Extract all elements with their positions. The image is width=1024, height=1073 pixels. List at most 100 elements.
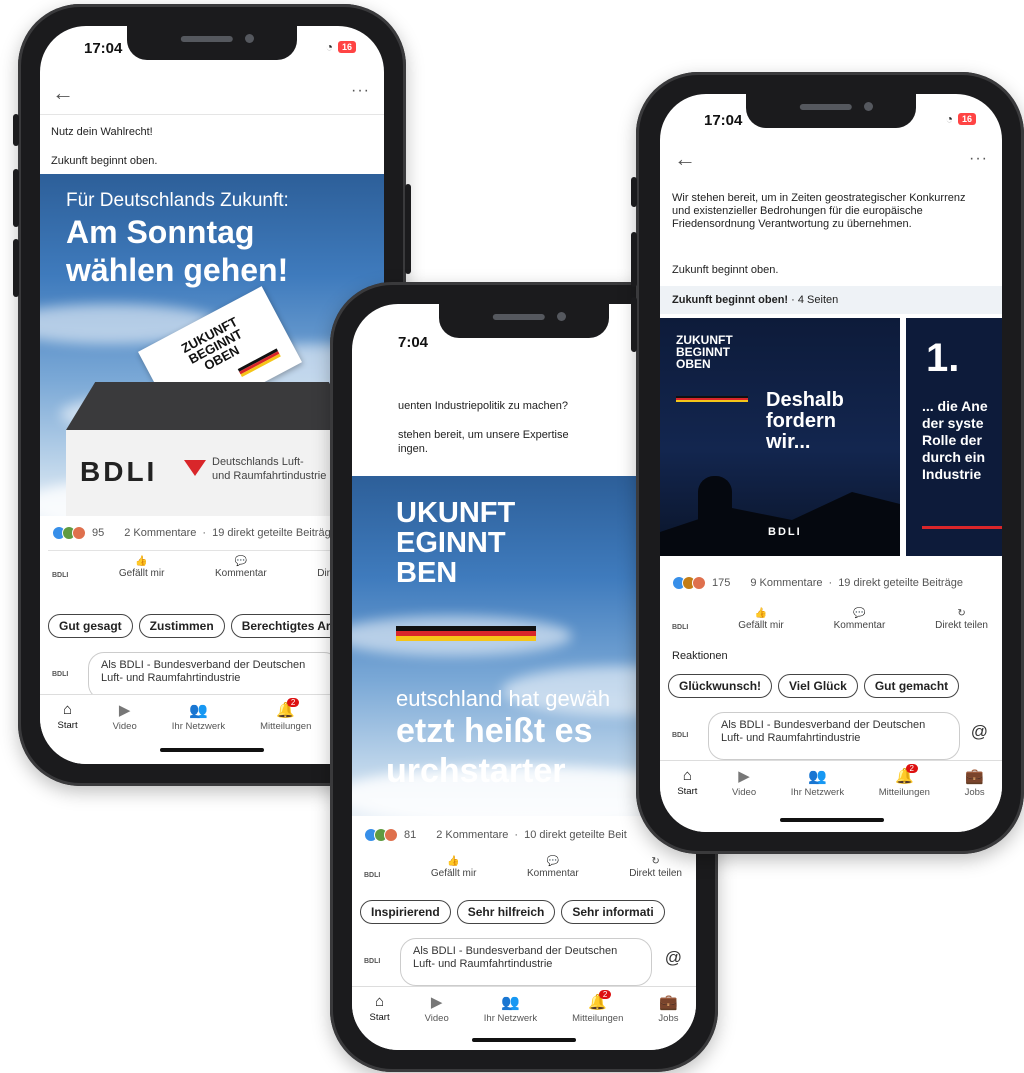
nav-video[interactable]: ▶ Video xyxy=(732,767,756,832)
like-button[interactable]: 👍 Gefällt mir xyxy=(119,556,165,579)
side-button xyxy=(405,184,411,274)
slide-accent xyxy=(922,526,1002,529)
brand-tagline: und Raumfahrtindustrie xyxy=(212,470,327,482)
quick-reply-chip[interactable]: Viel Glück xyxy=(778,674,858,698)
like-button[interactable]: 👍 Gefällt mir xyxy=(738,608,784,631)
reaction-icons xyxy=(52,526,86,540)
video-icon: ▶ xyxy=(738,768,750,785)
share-button[interactable]: ↻Direkt teilen xyxy=(629,856,682,879)
jobs-icon: 💼 xyxy=(659,994,678,1011)
more-icon[interactable]: ··· xyxy=(969,150,988,168)
share-count[interactable]: 10 direkt geteilte Beit xyxy=(524,829,627,841)
status-time: 17:04 xyxy=(84,40,123,57)
post-caption: Nutz dein Wahlrecht! xyxy=(51,126,153,138)
document-header: Zukunft beginnt oben! · 4 Seiten xyxy=(660,286,1002,314)
side-button xyxy=(13,239,19,297)
reaction-icons xyxy=(672,576,706,590)
divider xyxy=(40,114,384,115)
comment-count[interactable]: 9 Kommentare xyxy=(750,577,822,589)
side-button xyxy=(13,114,19,146)
share-button[interactable]: ↻Direkt teilen xyxy=(935,608,988,631)
thumb-icon: 👍 xyxy=(447,856,460,867)
company-avatar[interactable]: BDLI xyxy=(364,872,380,879)
quick-reply-chip[interactable]: Gut gemacht xyxy=(863,674,960,698)
network-icon: 👥 xyxy=(189,702,208,719)
image-headline: UKUNFT xyxy=(396,497,516,529)
status-time: 17:04 xyxy=(704,112,743,129)
phone-right: 17:04 ◔ 16 ← ··· Wir stehen bereit, um i… xyxy=(631,72,1024,854)
commenter-avatar: BDLI xyxy=(52,671,69,678)
reaction-icons xyxy=(364,828,398,842)
image-headline: urchstarter xyxy=(386,752,566,790)
quick-reply-chip[interactable]: Sehr hilfreich xyxy=(456,900,556,924)
notification-badge: 2 xyxy=(905,764,918,773)
slide-logo: BDLI xyxy=(768,526,802,538)
network-icon: 👥 xyxy=(501,994,520,1011)
back-icon[interactable]: ← xyxy=(674,146,696,172)
nav-network[interactable]: 👥 Ihr Netzwerk xyxy=(172,701,225,764)
comment-count[interactable]: 2 Kommentare xyxy=(124,527,196,539)
carousel-slide[interactable]: ZUKUNFT BEGINNT OBEN Deshalb fordern wir… xyxy=(660,318,900,556)
image-headline: Am Sonntag xyxy=(66,214,255,250)
share-count[interactable]: 19 direkt geteilte Beiträge xyxy=(212,527,337,539)
company-avatar[interactable]: BDLI xyxy=(52,572,68,579)
reaction-count: 95 xyxy=(92,527,105,539)
bdli-logo: BDLI xyxy=(80,456,158,487)
brand-triangle xyxy=(184,460,206,476)
nav-notifications[interactable]: 🔔 2 Mitteilungen xyxy=(572,990,623,1050)
home-icon: ⌂ xyxy=(63,701,73,718)
carousel-slide[interactable]: 1. ... die Ane der syste Rolle der durch… xyxy=(906,318,1002,556)
post-caption: ingen. xyxy=(398,443,428,455)
social-counts[interactable]: 175 9 Kommentare · 19 direkt geteilte Be… xyxy=(672,576,963,590)
comment-button[interactable]: 💬 Kommentar xyxy=(527,856,579,879)
nav-start[interactable]: ⌂ Start xyxy=(370,993,390,1050)
quick-reply-chip[interactable]: Glückwunsch! xyxy=(668,674,773,698)
repost-icon: ↻ xyxy=(651,856,660,867)
comment-count[interactable]: 2 Kommentare xyxy=(436,829,508,841)
comment-button[interactable]: 💬 Kommentar xyxy=(834,608,886,631)
social-counts[interactable]: 95 2 Kommentare · 19 direkt geteilte Bei… xyxy=(52,526,337,540)
nav-jobs[interactable]: 💼Jobs xyxy=(965,767,985,832)
ballot-box: BDLI Deutschlands Luft- und Raumfahrtind… xyxy=(66,430,358,516)
nav-start[interactable]: ⌂ Start xyxy=(677,767,697,832)
quick-reply-chip[interactable]: Inspirierend xyxy=(360,900,451,924)
quick-reply-chip[interactable]: Sehr informati xyxy=(561,900,665,924)
status-icons: ◔ 16 xyxy=(946,112,976,126)
nav-video[interactable]: ▶ Video xyxy=(425,993,449,1050)
comment-input[interactable]: Als BDLI - Bundesverband der Deutschen L… xyxy=(400,938,652,986)
comment-input[interactable]: Als BDLI - Bundesverband der Deutschen L… xyxy=(88,652,340,700)
action-bar: BDLI 👍Gefällt mir 💬Kommentar ↻Direkt tei… xyxy=(52,556,370,579)
back-icon[interactable]: ← xyxy=(52,80,74,106)
quick-replies: Glückwunsch! Viel Glück Gut gemacht xyxy=(668,674,960,698)
home-indicator xyxy=(160,748,264,752)
quick-replies: Gut gesagt Zustimmen Berechtigtes Argu xyxy=(48,614,357,638)
home-icon: ⌂ xyxy=(375,993,385,1010)
share-count[interactable]: 19 direkt geteilte Beiträge xyxy=(838,577,963,589)
quick-reply-chip[interactable]: Zustimmen xyxy=(138,614,225,638)
nav-start[interactable]: ⌂ Start xyxy=(58,701,78,764)
quick-replies: Inspirierend Sehr hilfreich Sehr informa… xyxy=(360,900,665,924)
action-bar: BDLI 👍Gefällt mir 💬Kommentar ↻Direkt tei… xyxy=(364,856,682,879)
nav-jobs[interactable]: 💼Jobs xyxy=(658,993,678,1050)
nav-video[interactable]: ▶ Video xyxy=(113,701,137,764)
mention-icon[interactable]: @ xyxy=(665,948,682,968)
social-counts[interactable]: 81 2 Kommentare · 10 direkt geteilte Bei… xyxy=(364,828,627,842)
comment-input[interactable]: Als BDLI - Bundesverband der Deutschen L… xyxy=(708,712,960,760)
repost-icon: ↻ xyxy=(957,608,966,619)
company-avatar[interactable]: BDLI xyxy=(672,624,688,631)
mention-icon[interactable]: @ xyxy=(971,722,988,742)
quick-reply-chip[interactable]: Gut gesagt xyxy=(48,614,133,638)
network-icon: 👥 xyxy=(808,768,827,785)
more-icon[interactable]: ··· xyxy=(351,82,370,100)
comment-button[interactable]: 💬 Kommentar xyxy=(215,556,267,579)
post-caption: stehen bereit, um unsere Expertise xyxy=(398,429,569,441)
action-bar: BDLI 👍Gefällt mir 💬Kommentar ↻Direkt tei… xyxy=(672,608,988,631)
nav-network[interactable]: 👥 Ihr Netzwerk xyxy=(791,767,844,832)
status-time: 7:04 xyxy=(398,334,429,351)
nav-notifications[interactable]: 🔔 2 Mitteilungen xyxy=(260,698,311,764)
document-title: Zukunft beginnt oben! xyxy=(672,294,789,306)
screen: 17:04 ◔ 16 ← ··· Wir stehen bereit, um i… xyxy=(660,94,1002,832)
reaction-count: 81 xyxy=(404,829,417,841)
like-button[interactable]: 👍 Gefällt mir xyxy=(431,856,477,879)
nav-notifications[interactable]: 🔔 2 Mitteilungen xyxy=(879,764,930,832)
